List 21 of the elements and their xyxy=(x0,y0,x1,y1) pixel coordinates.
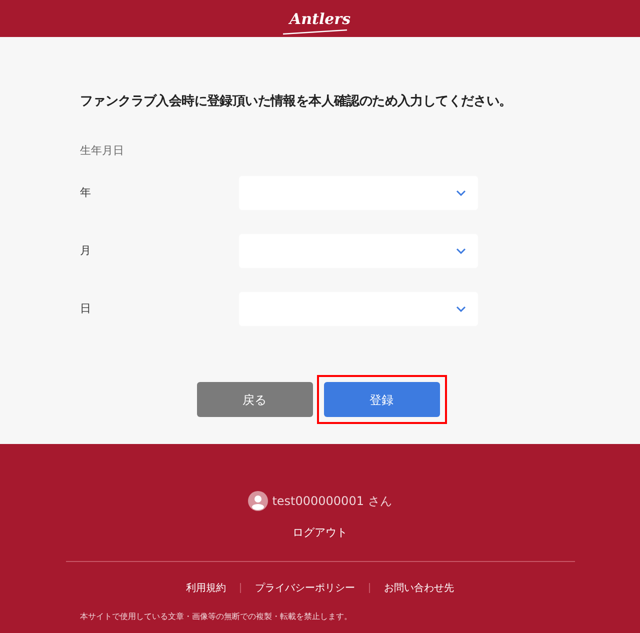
footer-link[interactable]: 利用規約 xyxy=(186,580,226,596)
logo[interactable]: Antlers xyxy=(289,10,351,28)
field-label: 月 xyxy=(80,242,92,259)
chevron-down-icon xyxy=(456,190,466,196)
field-label: 日 xyxy=(80,300,92,317)
section-label: 生年月日 xyxy=(80,142,125,158)
select-field[interactable] xyxy=(239,292,478,326)
instruction-text: ファンクラブ入会時に登録頂いた情報を本人確認のため入力してください。 xyxy=(80,92,513,111)
copyright-notice: 本サイトで使用している文章・画像等の無断での複製・転載を禁止します。 xyxy=(80,610,352,622)
logout-link[interactable]: ログアウト xyxy=(292,525,348,542)
footer-link[interactable]: お問い合わせ先 xyxy=(384,580,454,596)
select-field[interactable] xyxy=(239,176,478,210)
avatar-icon xyxy=(248,491,268,511)
chevron-down-icon xyxy=(456,306,466,312)
chevron-down-icon xyxy=(456,248,466,254)
footer-link[interactable]: プライバシーポリシー xyxy=(255,580,355,596)
user-name: test000000001 さん xyxy=(272,493,392,510)
field-label: 年 xyxy=(80,184,92,201)
back-button[interactable]: 戻る xyxy=(196,382,312,417)
select-field[interactable] xyxy=(239,234,478,268)
register-button[interactable]: 登録 xyxy=(324,382,440,417)
